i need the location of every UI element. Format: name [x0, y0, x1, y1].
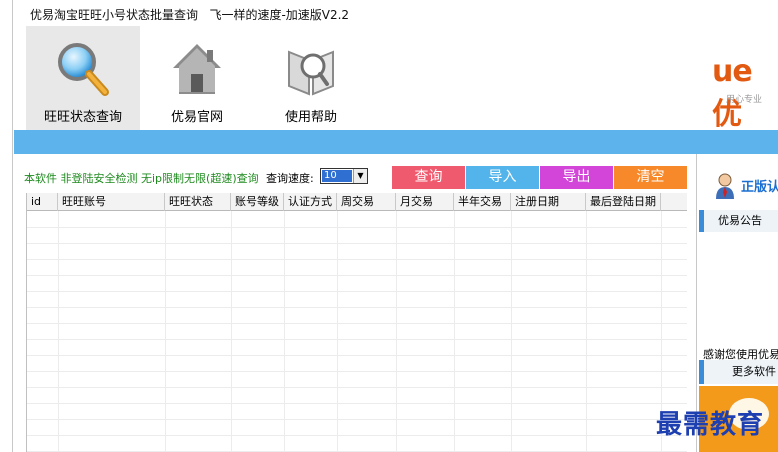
feature-notice: 本软件 非登陆安全检测 无ip限制无限(超速)查询 [24, 172, 259, 185]
table-column-divider [284, 211, 285, 452]
column-header-halfyear-trades[interactable]: 半年交易 [454, 193, 511, 211]
table-row-divider [27, 323, 687, 324]
magnifier-icon [58, 43, 109, 96]
toolbar-item-help[interactable]: 使用帮助 [254, 26, 368, 130]
table-row-divider [27, 339, 687, 340]
column-header-account-level[interactable]: 账号等级 [231, 193, 284, 211]
accent-bar [14, 130, 778, 154]
table-column-divider [454, 211, 455, 452]
table-row-divider [27, 371, 687, 372]
table-row-divider [27, 243, 687, 244]
table-column-divider [586, 211, 587, 452]
table-column-divider [511, 211, 512, 452]
table-row-divider [27, 259, 687, 260]
genuine-cert-label: 正版认 [741, 180, 778, 195]
title-bar: 优易淘宝旺旺小号状态批量查询 飞一样的速度-加速版V2.2 [0, 0, 778, 26]
table-column-divider [58, 211, 59, 452]
table-column-divider [165, 211, 166, 452]
import-button[interactable]: 导入 [466, 166, 539, 189]
column-header-id[interactable]: id [27, 193, 58, 211]
column-header-weekly-trades[interactable]: 周交易 [337, 193, 396, 211]
table-row-divider [27, 355, 687, 356]
query-controls: 本软件 非登陆安全检测 无ip限制无限(超速)查询 查询速度: 10 ▼ 查询 … [14, 162, 704, 190]
results-table[interactable]: id 旺旺账号 旺旺状态 账号等级 认证方式 周交易 月交易 半年交易 注册日期… [26, 193, 687, 452]
table-row-divider [27, 227, 687, 228]
table-header: id 旺旺账号 旺旺状态 账号等级 认证方式 周交易 月交易 半年交易 注册日期… [27, 193, 687, 211]
toolbar-item-official-site[interactable]: 优易官网 [140, 26, 254, 130]
column-header-last-login-date[interactable]: 最后登陆日期 [586, 193, 661, 211]
column-header-monthly-trades[interactable]: 月交易 [396, 193, 454, 211]
house-icon [173, 44, 221, 94]
table-column-divider [231, 211, 232, 452]
user-icon [716, 173, 734, 199]
query-button[interactable]: 查询 [392, 166, 465, 189]
table-row-divider [27, 291, 687, 292]
watermark-text: 最需教育 [656, 410, 765, 440]
speed-label: 查询速度: [266, 172, 314, 185]
table-column-divider [337, 211, 338, 452]
toolbar-item-label: 优易官网 [170, 110, 223, 125]
column-header-register-date[interactable]: 注册日期 [511, 193, 586, 211]
column-header-wangwang-status[interactable]: 旺旺状态 [165, 193, 231, 211]
export-button[interactable]: 导出 [540, 166, 613, 189]
window-title: 优易淘宝旺旺小号状态批量查询 飞一样的速度-加速版V2.2 [30, 8, 350, 22]
speed-select-value: 10 [322, 170, 352, 182]
table-row-divider [27, 403, 687, 404]
column-header-auth-method[interactable]: 认证方式 [284, 193, 337, 211]
main-toolbar: 旺旺状态查询 优易官网 使用帮助 [14, 26, 778, 130]
toolbar-item-label: 旺旺状态查询 [43, 110, 122, 125]
table-row-divider [27, 307, 687, 308]
toolbar-item-status-query[interactable]: 旺旺状态查询 [26, 26, 140, 130]
table-row-divider [27, 419, 687, 420]
notice-tab[interactable]: 优易公告 [699, 210, 778, 232]
table-row-divider [27, 435, 687, 436]
chevron-down-icon[interactable]: ▼ [353, 169, 367, 183]
toolbar-item-label: 使用帮助 [284, 110, 337, 125]
speed-select[interactable]: 10 ▼ [320, 168, 368, 184]
help-book-icon [288, 50, 334, 96]
more-software-tab[interactable]: 更多软件 [699, 360, 778, 384]
logo-subtext: 用心专业 [726, 95, 763, 105]
brand-logo: ue 优 用心专业 [712, 54, 778, 132]
column-header-wangwang-account[interactable]: 旺旺账号 [58, 193, 165, 211]
table-column-divider [396, 211, 397, 452]
window-left-border [12, 0, 13, 452]
table-row-divider [27, 275, 687, 276]
clear-button[interactable]: 清空 [614, 166, 687, 189]
table-row-divider [27, 387, 687, 388]
